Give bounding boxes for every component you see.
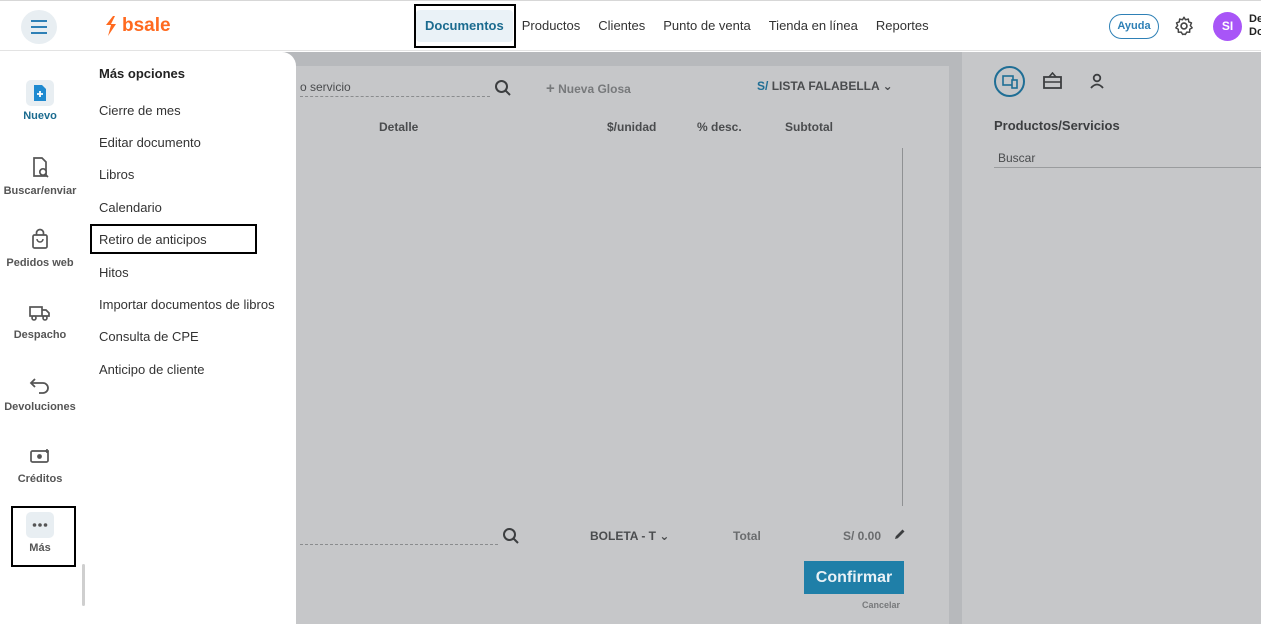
column-subtotal: Subtotal bbox=[785, 120, 833, 134]
document-type-label: BOLETA - T bbox=[590, 529, 656, 543]
side-panel bbox=[962, 52, 1261, 624]
documentos-highlight-box bbox=[414, 4, 516, 48]
confirm-button[interactable]: Confirmar bbox=[804, 561, 904, 594]
menu-item-importar-documentos[interactable]: Importar documentos de libros bbox=[99, 297, 275, 312]
client-search-icon[interactable] bbox=[502, 527, 520, 545]
menu-item-cierre-de-mes[interactable]: Cierre de mes bbox=[99, 103, 181, 118]
gift-card-icon[interactable] bbox=[1043, 72, 1062, 90]
sidebar-label-buscar: Buscar/enviar bbox=[3, 185, 77, 197]
nav-productos[interactable]: Productos bbox=[513, 10, 590, 42]
plus-icon: + bbox=[546, 80, 555, 97]
devices-icon bbox=[1001, 74, 1018, 89]
sidebar-item-despacho[interactable]: Despacho bbox=[0, 299, 80, 341]
truck-icon bbox=[29, 306, 50, 321]
search-icon[interactable] bbox=[494, 79, 512, 97]
cancel-link[interactable]: Cancelar bbox=[862, 600, 900, 610]
user-name-line1: De bbox=[1249, 13, 1261, 25]
menu-item-calendario[interactable]: Calendario bbox=[99, 200, 162, 215]
menu-item-anticipo-de-cliente[interactable]: Anticipo de cliente bbox=[99, 362, 205, 377]
sidebar-label-devoluciones: Devoluciones bbox=[4, 401, 76, 413]
new-icon-bg bbox=[26, 80, 54, 106]
menu-item-libros[interactable]: Libros bbox=[99, 167, 134, 182]
menu-item-consulta-cpe[interactable]: Consulta de CPE bbox=[99, 329, 199, 344]
hamburger-menu-button[interactable] bbox=[21, 10, 57, 44]
new-document-icon bbox=[34, 85, 46, 101]
return-arrow-icon bbox=[29, 378, 49, 394]
sidebar-item-devoluciones[interactable]: Devoluciones bbox=[0, 371, 80, 413]
sidebar-label-pedidos: Pedidos web bbox=[6, 257, 74, 269]
user-name-line2: Do bbox=[1249, 26, 1261, 38]
gear-icon[interactable] bbox=[1173, 15, 1195, 37]
top-bar: bsale Documentos Productos Clientes Punt… bbox=[0, 0, 1261, 51]
retiro-highlight-box bbox=[90, 224, 257, 254]
menu-item-editar-documento[interactable]: Editar documento bbox=[99, 135, 201, 150]
avatar[interactable]: SI bbox=[1213, 12, 1242, 41]
nav-clientes[interactable]: Clientes bbox=[589, 10, 654, 42]
new-gloss-label: Nueva Glosa bbox=[558, 82, 631, 96]
chevron-down-icon: ⌄ bbox=[659, 529, 670, 543]
total-value: S/ 0.00 bbox=[843, 529, 882, 543]
new-gloss-button[interactable]: + Nueva Glosa bbox=[546, 80, 631, 97]
sidebar-item-buscar-enviar[interactable]: Buscar/enviar bbox=[0, 155, 80, 197]
client-search-field[interactable] bbox=[300, 544, 498, 545]
nav-punto-de-venta[interactable]: Punto de venta bbox=[654, 10, 759, 42]
hamburger-icon bbox=[31, 18, 47, 36]
search-field-underline bbox=[300, 96, 490, 97]
side-panel-title: Productos/Servicios bbox=[994, 118, 1120, 133]
user-name[interactable]: De Do bbox=[1249, 13, 1261, 39]
sidebar-item-nuevo[interactable]: Nuevo bbox=[0, 80, 80, 122]
sidebar-item-pedidos-web[interactable]: Pedidos web bbox=[0, 227, 80, 269]
side-search-input[interactable]: Buscar bbox=[998, 151, 1035, 165]
sidebar-item-creditos[interactable]: Créditos bbox=[0, 443, 80, 485]
more-options-title: Más opciones bbox=[99, 66, 185, 81]
total-label: Total bbox=[733, 529, 761, 543]
column-detalle: Detalle bbox=[379, 120, 419, 134]
more-options-panel: Más opciones Cierre de mes Editar docume… bbox=[85, 52, 296, 624]
nav-tienda-en-linea[interactable]: Tienda en línea bbox=[760, 10, 867, 42]
side-search-underline bbox=[994, 167, 1261, 168]
sidebar-label-creditos: Créditos bbox=[17, 473, 63, 485]
menu-item-hitos[interactable]: Hitos bbox=[99, 265, 129, 280]
logo-text: bsale bbox=[122, 15, 171, 36]
document-type-select[interactable]: BOLETA - T ⌄ bbox=[590, 529, 669, 543]
currency-prefix: S/ bbox=[757, 79, 769, 93]
price-list-select[interactable]: S/ LISTA FALABELLA ⌄ bbox=[757, 79, 893, 93]
devices-tab-button[interactable] bbox=[994, 66, 1025, 97]
column-discount: % desc. bbox=[697, 120, 742, 134]
nav-reportes[interactable]: Reportes bbox=[867, 10, 938, 42]
table-scrollbar[interactable] bbox=[902, 148, 903, 506]
price-list-label: LISTA FALABELLA bbox=[771, 79, 880, 93]
edit-pencil-icon[interactable] bbox=[894, 528, 906, 540]
sidebar-label-nuevo: Nuevo bbox=[23, 110, 57, 122]
chevron-down-icon: ⌄ bbox=[882, 79, 893, 93]
mas-highlight-box bbox=[11, 506, 76, 567]
document-search-icon bbox=[33, 157, 49, 178]
product-search-field[interactable]: o servicio bbox=[300, 80, 351, 94]
help-button[interactable]: Ayuda bbox=[1109, 14, 1159, 39]
column-unit-price: $/unidad bbox=[607, 120, 657, 134]
sidebar-label-despacho: Despacho bbox=[13, 329, 67, 341]
user-icon[interactable] bbox=[1089, 73, 1105, 89]
bsale-logo[interactable]: bsale bbox=[104, 15, 171, 37]
bsale-logo-icon bbox=[106, 16, 116, 36]
money-credit-icon bbox=[30, 449, 49, 463]
shopping-bag-icon bbox=[32, 228, 48, 249]
